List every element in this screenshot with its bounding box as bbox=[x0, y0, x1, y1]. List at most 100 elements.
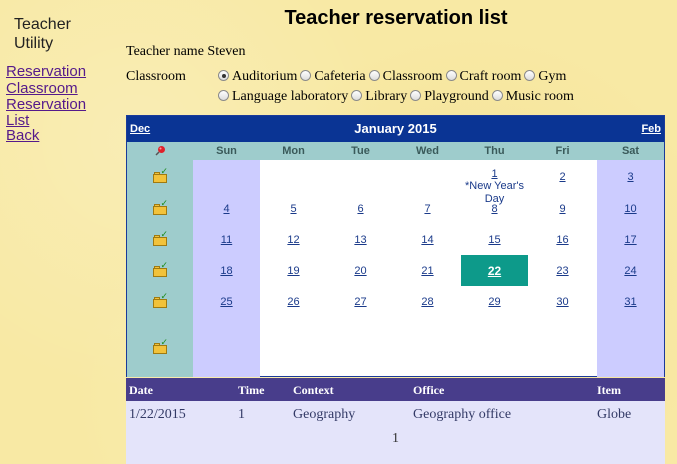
calendar-day-link[interactable]: 22 bbox=[488, 264, 501, 278]
calendar-day-cell[interactable]: 22 bbox=[461, 255, 528, 286]
calendar-day-cell[interactable]: 4 bbox=[193, 193, 260, 224]
calendar-day-cell[interactable]: 2 bbox=[528, 160, 597, 193]
calendar-day-cell[interactable]: 17 bbox=[597, 224, 664, 255]
week-select-cell[interactable]: ✓ bbox=[127, 255, 193, 286]
calendar-day-link[interactable]: 15 bbox=[488, 234, 500, 246]
calendar-day-link[interactable]: 20 bbox=[354, 265, 366, 277]
calendar-day-link[interactable]: 26 bbox=[287, 296, 299, 308]
radio-option[interactable]: Cafeteria bbox=[300, 67, 366, 87]
calendar-day-link[interactable]: 12 bbox=[287, 234, 299, 246]
calendar-day-cell[interactable]: 23 bbox=[528, 255, 597, 286]
calendar-day-link[interactable]: 24 bbox=[624, 265, 636, 277]
radio-option-label: Playground bbox=[424, 89, 489, 104]
calendar-day-cell[interactable]: 26 bbox=[260, 286, 327, 317]
radio-option[interactable]: Language laboratory bbox=[218, 87, 348, 107]
folder-check-icon[interactable]: ✓ bbox=[152, 261, 168, 277]
week-select-cell[interactable]: ✓ bbox=[127, 193, 193, 224]
week-select-cell[interactable]: ✓ bbox=[127, 224, 193, 255]
calendar-day-link[interactable]: 7 bbox=[424, 203, 430, 215]
radio-option[interactable]: Gym bbox=[524, 67, 566, 87]
folder-check-icon[interactable]: ✓ bbox=[152, 199, 168, 215]
week-select-cell[interactable]: ✓ bbox=[127, 160, 193, 193]
calendar-day-link[interactable]: 11 bbox=[221, 234, 232, 246]
calendar-day-link[interactable]: 19 bbox=[287, 265, 299, 277]
radio-button-icon[interactable] bbox=[445, 70, 457, 81]
calendar-day-link[interactable]: 28 bbox=[421, 296, 433, 308]
calendar-day-cell[interactable]: 13 bbox=[327, 224, 394, 255]
calendar-day-link[interactable]: 13 bbox=[354, 234, 366, 246]
radio-option[interactable]: Classroom bbox=[368, 67, 443, 87]
radio-option[interactable]: Library bbox=[351, 87, 407, 107]
nav-link-reservation[interactable]: Reservation bbox=[6, 64, 106, 80]
calendar-day-cell[interactable]: 14 bbox=[394, 224, 461, 255]
calendar-day-cell[interactable]: 30 bbox=[528, 286, 597, 317]
calendar-day-cell[interactable]: 10 bbox=[597, 193, 664, 224]
weekday-header: Fri bbox=[555, 145, 570, 157]
calendar-day-link[interactable]: 30 bbox=[556, 296, 568, 308]
next-month-link[interactable]: Feb bbox=[641, 123, 661, 135]
calendar-day-cell[interactable]: 29 bbox=[461, 286, 528, 317]
radio-button-icon[interactable] bbox=[368, 70, 380, 81]
calendar-day-link[interactable]: 18 bbox=[220, 265, 232, 277]
calendar-day-cell[interactable]: 6 bbox=[327, 193, 394, 224]
calendar-day-cell[interactable]: 15 bbox=[461, 224, 528, 255]
calendar-day-cell[interactable]: 21 bbox=[394, 255, 461, 286]
nav-link-back[interactable]: Back bbox=[6, 128, 106, 144]
radio-button-icon[interactable] bbox=[410, 90, 422, 101]
radio-option[interactable]: Auditorium bbox=[218, 67, 297, 87]
calendar-day-cell[interactable]: 12 bbox=[260, 224, 327, 255]
calendar-day-cell[interactable]: 28 bbox=[394, 286, 461, 317]
folder-check-icon[interactable]: ✓ bbox=[152, 230, 168, 246]
table-cell: Geography bbox=[293, 407, 356, 422]
calendar-day-link[interactable]: 6 bbox=[357, 203, 363, 215]
calendar-day-cell[interactable]: 3 bbox=[597, 160, 664, 193]
calendar-day-link[interactable]: 27 bbox=[354, 296, 366, 308]
calendar-day-cell[interactable]: 7 bbox=[394, 193, 461, 224]
calendar-day-cell[interactable]: 11 bbox=[193, 224, 260, 255]
radio-button-icon[interactable] bbox=[524, 70, 536, 81]
week-select-cell[interactable]: ✓ bbox=[127, 286, 193, 317]
radio-option[interactable]: Craft room bbox=[445, 67, 521, 87]
week-select-cell[interactable]: ✓ bbox=[127, 317, 193, 377]
calendar-day-cell[interactable]: 31 bbox=[597, 286, 664, 317]
calendar-day-link[interactable]: 29 bbox=[488, 296, 500, 308]
radio-button-icon[interactable] bbox=[218, 70, 229, 81]
calendar-day-cell[interactable]: 1 *New Year's Day bbox=[461, 160, 528, 205]
calendar-day-link[interactable]: 10 bbox=[624, 203, 636, 215]
radio-option[interactable]: Playground bbox=[410, 87, 489, 107]
calendar-day-cell[interactable]: 24 bbox=[597, 255, 664, 286]
calendar-day-cell[interactable]: 8 bbox=[461, 193, 528, 224]
calendar-day-cell[interactable]: 27 bbox=[327, 286, 394, 317]
calendar-day-link[interactable]: 8 bbox=[491, 203, 497, 215]
folder-check-icon[interactable]: ✓ bbox=[152, 167, 168, 183]
calendar-day-link[interactable]: 9 bbox=[559, 203, 565, 215]
calendar-day-cell[interactable]: 18 bbox=[193, 255, 260, 286]
calendar-day-cell[interactable]: 19 bbox=[260, 255, 327, 286]
calendar-day-cell[interactable]: 5 bbox=[260, 193, 327, 224]
calendar-day-cell[interactable]: 9 bbox=[528, 193, 597, 224]
calendar-day-link[interactable]: 1 bbox=[491, 168, 497, 180]
calendar-day-link[interactable]: 17 bbox=[624, 234, 636, 246]
calendar-day-link[interactable]: 5 bbox=[290, 203, 296, 215]
calendar-day-cell[interactable]: 25 bbox=[193, 286, 260, 317]
calendar-day-link[interactable]: 23 bbox=[556, 265, 568, 277]
radio-button-icon[interactable] bbox=[351, 90, 363, 101]
calendar-day-link[interactable]: 31 bbox=[624, 296, 636, 308]
calendar-day-link[interactable]: 3 bbox=[627, 171, 633, 183]
radio-option[interactable]: Music room bbox=[491, 87, 574, 107]
calendar-day-link[interactable]: 14 bbox=[421, 234, 433, 246]
calendar-day-link[interactable]: 21 bbox=[421, 265, 433, 277]
folder-check-icon[interactable]: ✓ bbox=[152, 292, 168, 308]
radio-button-icon[interactable] bbox=[491, 90, 503, 101]
folder-check-icon[interactable]: ✓ bbox=[152, 338, 168, 354]
calendar-day-link[interactable]: 2 bbox=[559, 171, 565, 183]
calendar-day-cell[interactable]: 20 bbox=[327, 255, 394, 286]
pager-page-number[interactable]: 1 bbox=[126, 431, 665, 447]
radio-button-icon[interactable] bbox=[300, 70, 312, 81]
radio-button-icon[interactable] bbox=[218, 90, 229, 101]
nav-link-classroom-reservation-list[interactable]: Classroom Reservation List bbox=[6, 81, 106, 129]
calendar-day-link[interactable]: 16 bbox=[556, 234, 568, 246]
calendar-day-cell[interactable]: 16 bbox=[528, 224, 597, 255]
calendar-day-link[interactable]: 4 bbox=[223, 203, 229, 215]
calendar-day-link[interactable]: 25 bbox=[220, 296, 232, 308]
